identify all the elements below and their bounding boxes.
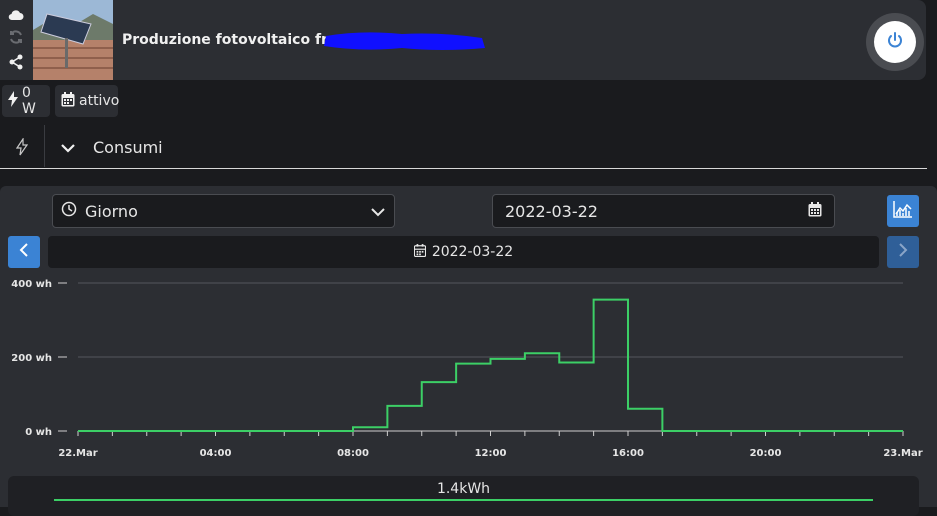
solar-panel-thumbnail [33, 0, 113, 80]
header-side-icons [0, 0, 32, 80]
x-tick-label: 22.Mar [58, 448, 97, 459]
chart-type-button[interactable] [887, 195, 919, 227]
current-date-label: 2022-03-22 [431, 244, 514, 260]
area-chart-icon [893, 200, 913, 222]
section-divider [44, 125, 45, 167]
clock-icon [61, 201, 77, 221]
x-tick-label: 20:00 [750, 448, 782, 459]
section-underline [0, 168, 927, 169]
bolt-outline-icon [10, 133, 34, 161]
total-progress-line [54, 499, 873, 501]
calendar-icon [61, 91, 75, 111]
y-tick-label: 400 wh [11, 279, 52, 290]
power-badge: 0 W [2, 85, 50, 117]
production-series-line [78, 298, 903, 432]
previous-day-button[interactable] [8, 236, 40, 268]
chevron-right-icon [898, 242, 908, 262]
cloud-icon[interactable] [8, 6, 24, 25]
bolt-icon [8, 91, 18, 111]
y-tick-label: 0 wh [25, 427, 52, 438]
power-icon [886, 31, 904, 53]
current-date-bar[interactable]: 2022-03-22 [48, 236, 879, 268]
redacted-name [322, 30, 487, 52]
chevron-left-icon [19, 242, 29, 262]
power-button[interactable] [874, 21, 916, 63]
x-tick-label: 08:00 [337, 448, 369, 459]
energy-chart: 0 wh 200 wh 400 wh 22.Mar 04:00 08:00 12:00 16:… [11, 279, 922, 459]
x-tick-label: 12:00 [475, 448, 507, 459]
next-day-button[interactable] [887, 236, 919, 268]
period-select[interactable]: Giorno [52, 194, 395, 228]
x-tick-label: 04:00 [200, 448, 232, 459]
chevron-down-icon[interactable] [60, 139, 76, 158]
date-field-value: 2022-03-22 [505, 201, 598, 221]
date-field[interactable]: 2022-03-22 [492, 194, 835, 228]
calendar-icon [413, 243, 426, 261]
status-value: attivo [79, 93, 120, 109]
share-icon[interactable] [8, 54, 24, 74]
x-tick-label: 23.Mar [883, 448, 922, 459]
x-tick-label: 16:00 [612, 448, 644, 459]
chevron-down-icon [370, 202, 386, 221]
refresh-icon[interactable] [8, 29, 24, 49]
power-value: 0 W [22, 85, 36, 117]
status-badge: attivo [55, 85, 120, 117]
total-label: 1.4kWh [436, 481, 491, 497]
y-tick-label: 200 wh [11, 353, 52, 364]
page-title: Produzione fotovoltaico from [122, 32, 353, 48]
section-title[interactable]: Consumi [93, 138, 163, 157]
calendar-icon[interactable] [808, 201, 822, 221]
period-select-value: Giorno [85, 201, 138, 221]
